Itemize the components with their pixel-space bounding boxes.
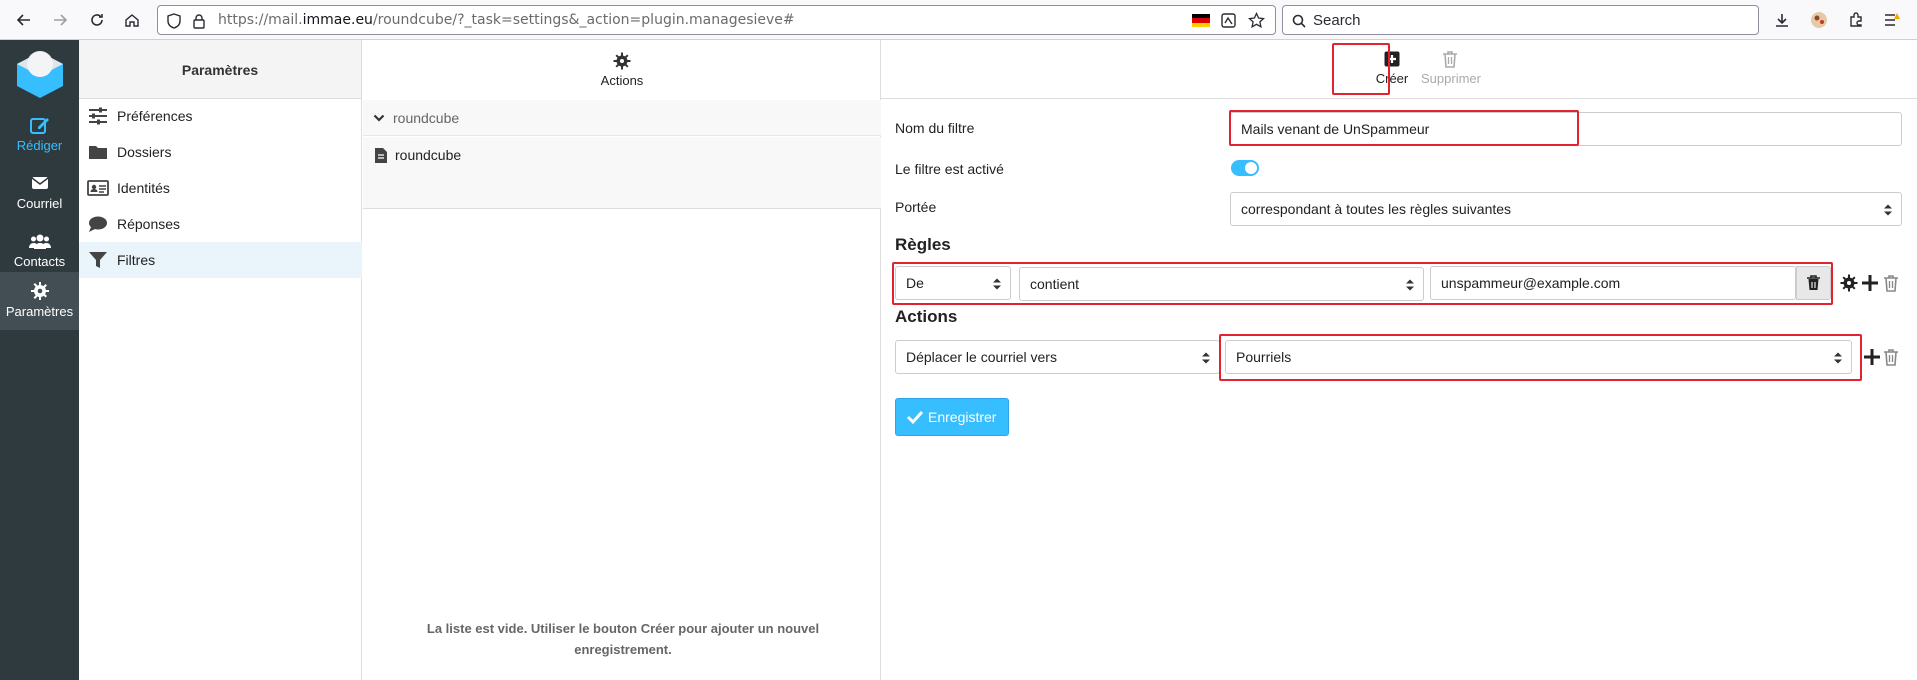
- compose-icon: [29, 118, 49, 134]
- scope-label: Portée: [895, 199, 937, 215]
- arrow-left-icon: [16, 14, 30, 26]
- save-button[interactable]: Enregistrer: [895, 398, 1009, 436]
- settings-item-responses[interactable]: Réponses: [79, 206, 362, 242]
- arrow-right-icon: [54, 14, 68, 26]
- home-button[interactable]: [118, 6, 146, 34]
- filter-sets-panel: Actions roundcube roundcube La liste est…: [363, 40, 881, 680]
- rule-value-input[interactable]: unspammeur@example.com: [1430, 266, 1796, 300]
- add-rule-plus-icon[interactable]: [1861, 274, 1879, 292]
- shield-icon: [167, 13, 181, 29]
- downloads-button[interactable]: [1768, 6, 1796, 34]
- reload-icon: [91, 14, 103, 26]
- select-arrows-icon: [1834, 352, 1842, 364]
- filter-name-label: Nom du filtre: [895, 120, 975, 136]
- delete-rule-trash-icon[interactable]: [1882, 274, 1900, 292]
- settings-title: Paramètres: [181, 62, 259, 78]
- rule-advanced-gear-icon[interactable]: [1840, 274, 1858, 292]
- filter-editor: Créer Supprimer Nom du filtre Mails vena…: [881, 40, 1917, 680]
- filter-set-item[interactable]: roundcube: [363, 137, 881, 209]
- back-button[interactable]: [10, 6, 38, 34]
- delete-action-trash-icon[interactable]: [1882, 348, 1900, 366]
- main-navigation: Rédiger Courriel Contacts Paramètres: [0, 40, 79, 680]
- browser-search-input[interactable]: Search: [1282, 5, 1759, 35]
- action-type-select[interactable]: Déplacer le courriel vers: [895, 340, 1220, 374]
- filter-name-input[interactable]: Mails venant de UnSpammeur: [1230, 112, 1902, 146]
- puzzle-icon: [1850, 12, 1862, 27]
- nav-settings[interactable]: Paramètres: [0, 272, 79, 330]
- rule-value-delete-button[interactable]: [1796, 266, 1831, 300]
- profile-button[interactable]: [1805, 6, 1833, 34]
- select-arrows-icon: [1884, 204, 1892, 216]
- settings-item-filters[interactable]: Filtres: [79, 242, 362, 278]
- menu-alert-icon: [1885, 13, 1900, 26]
- rules-title: Règles: [895, 235, 951, 254]
- filter-icon: [89, 252, 107, 268]
- trash-icon: [1443, 51, 1457, 68]
- users-icon: [28, 234, 51, 249]
- filter-set-actions-button[interactable]: Actions: [363, 40, 881, 99]
- download-icon: [1776, 14, 1788, 27]
- plus-square-icon: [1384, 51, 1400, 67]
- page-action-icon[interactable]: [1221, 13, 1236, 28]
- lock-icon: [193, 14, 205, 29]
- select-arrows-icon: [993, 278, 1001, 290]
- logo-icon: [17, 51, 63, 98]
- chevron-down-icon: [373, 114, 385, 122]
- envelope-icon: [31, 177, 48, 189]
- avatar-icon: [1811, 12, 1827, 28]
- filter-toolbar: Créer Supprimer: [881, 40, 1917, 99]
- reload-button[interactable]: [83, 6, 111, 34]
- gear-icon: [613, 52, 631, 70]
- url-bar[interactable]: https://mail.immae.eu/roundcube/?_task=s…: [157, 5, 1276, 35]
- nav-mail[interactable]: Courriel: [0, 164, 79, 222]
- check-icon: [906, 410, 924, 425]
- search-icon: [1292, 14, 1306, 28]
- nav-compose[interactable]: Rédiger: [0, 106, 79, 164]
- gear-icon: [30, 282, 49, 300]
- forward-button[interactable]: [46, 6, 74, 34]
- settings-item-folders[interactable]: Dossiers: [79, 134, 362, 170]
- action-target-select[interactable]: Pourriels: [1225, 340, 1852, 374]
- select-arrows-icon: [1202, 352, 1210, 364]
- comment-icon: [89, 216, 107, 232]
- scope-select[interactable]: correspondant à toutes les règles suivan…: [1230, 192, 1902, 226]
- folder-icon: [89, 146, 107, 159]
- empty-list-message: La liste est vide. Utiliser le bouton Cr…: [426, 621, 820, 657]
- extensions-button[interactable]: [1842, 6, 1870, 34]
- sliders-icon: [89, 107, 107, 125]
- settings-item-identities[interactable]: Identités: [79, 170, 362, 206]
- filter-enabled-label: Le filtre est activé: [895, 161, 1004, 177]
- menu-button[interactable]: [1878, 6, 1906, 34]
- roundcube-logo: [13, 46, 67, 100]
- german-flag-icon[interactable]: [1192, 14, 1210, 27]
- home-icon: [125, 14, 139, 27]
- settings-header: Paramètres: [79, 40, 361, 99]
- add-action-plus-icon[interactable]: [1863, 348, 1881, 366]
- actions-title: Actions: [895, 307, 958, 326]
- filter-enabled-toggle[interactable]: [1231, 160, 1259, 176]
- delete-button[interactable]: Supprimer: [1421, 40, 1481, 99]
- settings-item-preferences[interactable]: Préférences: [79, 98, 362, 134]
- filter-set-group[interactable]: roundcube: [363, 100, 881, 136]
- rule-header-select[interactable]: De: [895, 266, 1011, 300]
- url-text: https://mail.immae.eu/roundcube/?_task=s…: [218, 12, 795, 28]
- file-icon: [375, 147, 387, 163]
- browser-toolbar: https://mail.immae.eu/roundcube/?_task=s…: [0, 0, 1917, 40]
- id-card-icon: [87, 180, 109, 196]
- star-icon[interactable]: [1248, 12, 1265, 29]
- select-arrows-icon: [1406, 279, 1414, 291]
- trash-icon: [1807, 275, 1820, 290]
- settings-sidebar: Paramètres Préférences Dossiers Identité…: [79, 40, 362, 680]
- rule-operator-select[interactable]: contient: [1019, 267, 1424, 301]
- create-button[interactable]: Créer: [1363, 40, 1421, 99]
